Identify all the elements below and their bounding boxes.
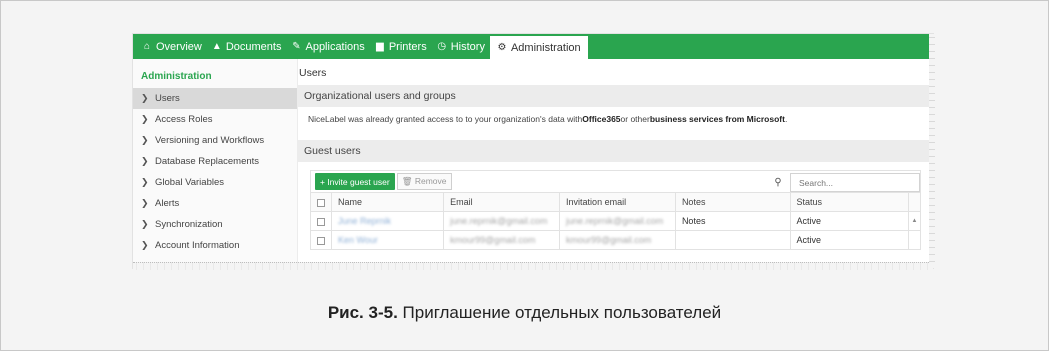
- sidebar-item-access-roles[interactable]: ❯ Access Roles: [133, 109, 297, 130]
- nav-item-applications[interactable]: ✎ Applications: [286, 34, 369, 59]
- nav-item-overview[interactable]: ⌂ Overview: [137, 34, 207, 59]
- info-text: NiceLabel was already granted access to …: [308, 114, 583, 124]
- home-icon: ⌂: [143, 41, 151, 52]
- info-bold: Office365: [582, 114, 621, 124]
- sidebar-item-label: Account Information: [155, 240, 240, 251]
- info-text: .: [784, 114, 788, 124]
- search-input[interactable]: [790, 173, 920, 192]
- edit-icon: ✎: [292, 41, 301, 52]
- guest-toolbar: + Invite guest user 🗑 Remove ⚲: [310, 170, 921, 192]
- cell-email: kmour99@gmail.com: [443, 230, 561, 250]
- cell-notes: Notes: [674, 211, 791, 231]
- cell-name: June Reprnik: [330, 211, 445, 231]
- sidebar: Administration ❯ Users ❯ Access Roles ❯ …: [133, 59, 298, 268]
- chevron-right-icon: ❯: [141, 156, 149, 166]
- sidebar-item-label: Versioning and Workflows: [155, 135, 265, 146]
- row-select-cell: [310, 211, 332, 231]
- sidebar-item-label: Access Roles: [155, 114, 213, 125]
- row-checkbox[interactable]: [317, 236, 325, 245]
- caption-label: Рис. 3-5.: [327, 303, 398, 322]
- nav-item-administration[interactable]: ⚙ Administration: [489, 36, 588, 59]
- info-bold: business services from Microsoft: [649, 114, 785, 124]
- chevron-right-icon: ❯: [141, 93, 149, 103]
- sidebar-item-versioning[interactable]: ❯ Versioning and Workflows: [133, 130, 297, 151]
- nav-item-history[interactable]: ◷ History: [432, 34, 490, 59]
- table-row[interactable]: Ken Wour kmour99@gmail.com kmour99@gmail…: [310, 230, 921, 250]
- cell-name: Ken Wour: [330, 230, 445, 250]
- sidebar-item-label: Synchronization: [155, 219, 223, 230]
- row-checkbox[interactable]: [317, 217, 325, 226]
- caption-text: Приглашение отдельных пользователей: [397, 303, 722, 322]
- chevron-right-icon: ❯: [141, 114, 149, 124]
- column-header-status[interactable]: Status: [789, 192, 910, 212]
- scrollbar[interactable]: ▲: [908, 211, 921, 231]
- table-header-row: Name Email Invitation email Notes Status: [310, 192, 921, 212]
- sidebar-item-alerts[interactable]: ❯ Alerts: [133, 193, 297, 214]
- nav-label: Printers: [388, 40, 427, 53]
- sidebar-item-synchronization[interactable]: ❯ Synchronization: [133, 214, 297, 235]
- org-users-section-header: Organizational users and groups: [298, 85, 933, 107]
- cell-email: june.reprnik@gmail.com: [443, 211, 561, 231]
- column-header-notes[interactable]: Notes: [674, 192, 791, 212]
- column-header-name[interactable]: Name: [330, 192, 445, 212]
- clock-icon: ◷: [437, 41, 447, 52]
- guest-users-section-header: Guest users: [298, 140, 933, 162]
- search-box: ⚲: [770, 173, 920, 192]
- search-icon[interactable]: ⚲: [770, 177, 786, 188]
- nav-item-printers[interactable]: ▆ Printers: [370, 34, 432, 59]
- torn-edge-right: [929, 34, 935, 268]
- column-header-email[interactable]: Email: [443, 192, 561, 212]
- cell-status: Active: [789, 211, 910, 231]
- sidebar-item-label: Alerts: [155, 198, 180, 209]
- sidebar-item-global-variables[interactable]: ❯ Global Variables: [133, 172, 297, 193]
- main-content: Users Organizational users and groups Ni…: [298, 59, 933, 268]
- chevron-right-icon: ❯: [141, 198, 149, 208]
- chevron-right-icon: ❯: [141, 219, 149, 229]
- table-row[interactable]: June Reprnik june.reprnik@gmail.com june…: [310, 211, 921, 231]
- cell-status: Active: [789, 230, 910, 250]
- figure-caption: Рис. 3-5. Приглашение отдельных пользова…: [0, 303, 1049, 323]
- torn-edge-bottom: [133, 262, 933, 270]
- cell-invitation-email: june.reprnik@gmail.com: [559, 211, 676, 231]
- nav-item-documents[interactable]: ▲ Documents: [207, 34, 287, 59]
- sidebar-item-label: Global Variables: [155, 177, 225, 188]
- scrollbar-header: [908, 192, 921, 212]
- select-all-checkbox[interactable]: [317, 198, 325, 207]
- top-nav: ⌂ Overview ▲ Documents ✎ Applications ▆ …: [133, 34, 933, 59]
- chevron-right-icon: ❯: [141, 135, 149, 145]
- cell-invitation-email: kmour99@gmail.com: [559, 230, 676, 250]
- nav-label: Administration: [510, 41, 581, 54]
- sidebar-item-label: Database Replacements: [155, 156, 260, 167]
- chevron-right-icon: ❯: [141, 240, 149, 250]
- chevron-right-icon: ❯: [141, 177, 149, 187]
- select-all-cell: [310, 192, 332, 212]
- sidebar-item-database-replacements[interactable]: ❯ Database Replacements: [133, 151, 297, 172]
- nav-label: Applications: [305, 40, 365, 53]
- scroll-up-icon[interactable]: ▲: [910, 218, 920, 224]
- row-select-cell: [310, 230, 332, 250]
- scrollbar[interactable]: [908, 230, 921, 250]
- app-screenshot: ⌂ Overview ▲ Documents ✎ Applications ▆ …: [133, 34, 933, 268]
- nav-label: Documents: [225, 40, 282, 53]
- gears-icon: ⚙: [497, 42, 507, 53]
- invite-guest-user-button[interactable]: + Invite guest user: [315, 173, 395, 190]
- page-title: Users: [299, 67, 327, 79]
- remove-button[interactable]: 🗑 Remove: [396, 173, 452, 190]
- guest-users-table: Name Email Invitation email Notes Status…: [310, 192, 921, 250]
- sidebar-item-label: Users: [155, 93, 180, 104]
- org-users-info: NiceLabel was already granted access to …: [298, 107, 933, 131]
- nav-label: History: [450, 40, 485, 53]
- sidebar-item-users[interactable]: ❯ Users: [133, 88, 297, 109]
- sidebar-item-account-information[interactable]: ❯ Account Information: [133, 235, 297, 256]
- lock-icon: ▲: [211, 41, 222, 52]
- sidebar-title: Administration: [141, 71, 212, 82]
- printer-icon: ▆: [375, 41, 384, 52]
- nav-label: Overview: [156, 40, 202, 53]
- cell-notes: [674, 230, 791, 250]
- column-header-invitation-email[interactable]: Invitation email: [559, 192, 676, 212]
- info-text: or other: [620, 114, 650, 124]
